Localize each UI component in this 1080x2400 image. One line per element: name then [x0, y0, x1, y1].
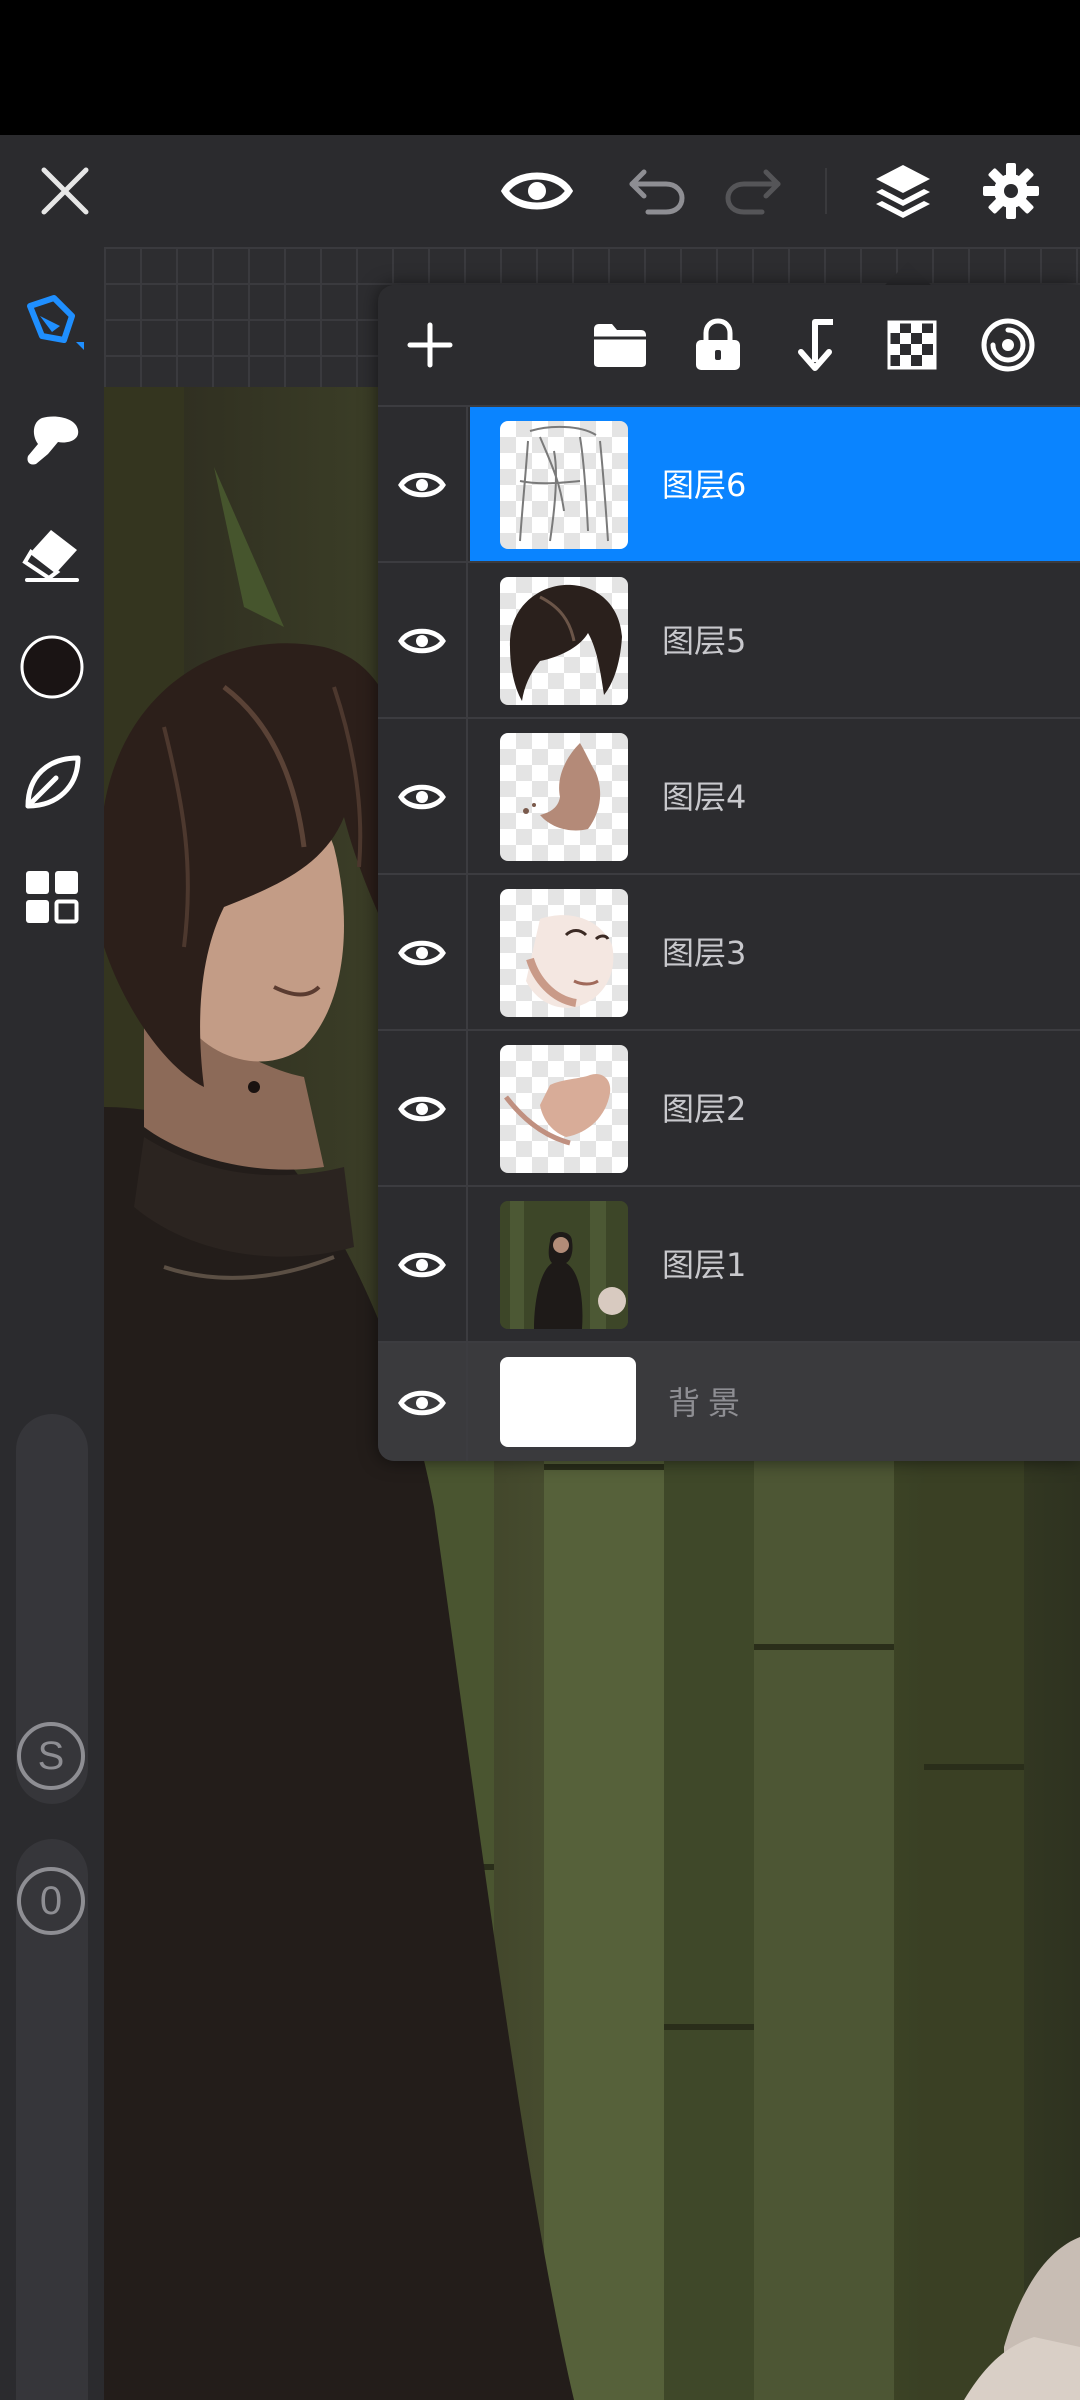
layer-row-background[interactable]: 背景	[378, 1341, 1080, 1461]
left-toolbar: S 0	[0, 247, 104, 2400]
layer-thumbnail	[500, 1045, 628, 1173]
layer-name: 背景	[668, 1384, 749, 1422]
eye-icon	[398, 472, 446, 498]
layer-visibility-toggle[interactable]	[378, 1031, 468, 1187]
smudge-tool-button[interactable]	[0, 390, 104, 490]
smudge-icon	[27, 416, 79, 465]
layer-body[interactable]: 图层1	[470, 1187, 1080, 1343]
grid-icon	[26, 871, 79, 924]
layer-name: 图层4	[662, 778, 747, 816]
eye-icon	[398, 1252, 446, 1278]
layer-thumbnail	[500, 1357, 636, 1447]
layer-body[interactable]: 图层6	[470, 407, 1080, 563]
close-icon	[41, 167, 89, 215]
layer-row-4[interactable]: 图层4	[378, 717, 1080, 875]
pen-icon	[27, 295, 84, 350]
close-button[interactable]	[20, 135, 110, 247]
layer-visibility-toggle[interactable]	[378, 1187, 468, 1343]
status-bar	[0, 0, 1080, 135]
eye-icon	[398, 784, 446, 810]
layer-body[interactable]: 图层4	[470, 719, 1080, 875]
layer-thumbnail	[500, 1201, 628, 1329]
layer-name: 图层5	[662, 622, 747, 660]
preview-button[interactable]	[492, 135, 582, 247]
eye-icon	[501, 172, 573, 210]
gear-icon	[983, 163, 1039, 219]
redo-button[interactable]	[708, 135, 798, 247]
layer-name: 图层3	[662, 934, 747, 972]
eye-icon	[398, 1096, 446, 1122]
app-root: S 0 图层6 图层5 图层4 图层3 图层2 图层1 背景	[0, 0, 1080, 2400]
undo-button[interactable]	[612, 135, 702, 247]
color-picker-button[interactable]	[0, 617, 104, 717]
leaf-tool-button[interactable]	[0, 732, 104, 832]
gallery-tool-button[interactable]	[0, 847, 104, 947]
layer-body[interactable]: 背景	[470, 1343, 1080, 1461]
top-toolbar	[0, 135, 1080, 247]
eye-icon	[398, 628, 446, 654]
eye-icon	[398, 940, 446, 966]
layers-button[interactable]	[858, 135, 948, 247]
layer-visibility-toggle[interactable]	[378, 719, 468, 875]
layer-body[interactable]: 图层2	[470, 1031, 1080, 1187]
layer-thumbnail	[500, 733, 628, 861]
layer-row-1[interactable]: 图层1	[378, 1185, 1080, 1343]
layers-panel: 图层6 图层5 图层4 图层3 图层2 图层1 背景	[378, 285, 1080, 1461]
undo-icon	[629, 169, 685, 215]
layers-panel-caret	[884, 262, 932, 286]
leaf-icon	[25, 755, 81, 809]
layer-name: 图层6	[662, 466, 747, 504]
folder-icon	[594, 324, 646, 367]
layer-body[interactable]: 图层3	[470, 875, 1080, 1031]
layer-visibility-toggle[interactable]	[378, 563, 468, 719]
group-layer-button[interactable]	[580, 305, 660, 385]
layer-name: 图层1	[662, 1246, 747, 1284]
layer-body[interactable]: 图层5	[470, 563, 1080, 719]
opacity-slider[interactable]: 0	[16, 1839, 88, 2400]
layer-row-2[interactable]: 图层2	[378, 1029, 1080, 1187]
layer-row-3[interactable]: 图层3	[378, 873, 1080, 1031]
target-icon	[981, 318, 1035, 372]
add-layer-button[interactable]	[390, 305, 470, 385]
layer-visibility-toggle[interactable]	[378, 1343, 468, 1461]
layers-panel-toolbar	[378, 285, 1080, 405]
lock-icon	[696, 318, 740, 370]
layer-thumbnail	[500, 577, 628, 705]
color-swatch	[20, 635, 84, 699]
brush-tool-button[interactable]	[0, 274, 104, 374]
eraser-tool-button[interactable]	[0, 505, 104, 605]
merge-down-button[interactable]	[774, 305, 854, 385]
alpha-lock-button[interactable]	[872, 305, 952, 385]
settings-button[interactable]	[966, 135, 1056, 247]
reference-layer-button[interactable]	[968, 305, 1048, 385]
plus-icon	[407, 322, 453, 368]
layer-row-5[interactable]: 图层5	[378, 561, 1080, 719]
layers-icon	[876, 165, 930, 218]
layer-visibility-toggle[interactable]	[378, 407, 468, 563]
layer-thumbnail	[500, 889, 628, 1017]
merge-down-icon	[798, 319, 833, 371]
layer-thumbnail	[500, 421, 628, 549]
toolbar-divider	[825, 168, 827, 214]
eraser-icon	[22, 530, 79, 582]
lock-layer-button[interactable]	[678, 305, 758, 385]
opacity-slider-knob[interactable]: 0	[17, 1867, 85, 1935]
size-slider[interactable]: S	[16, 1414, 88, 1804]
layer-visibility-toggle[interactable]	[378, 875, 468, 1031]
checker-icon	[887, 320, 937, 370]
layer-name: 图层2	[662, 1090, 747, 1128]
size-slider-knob[interactable]: S	[17, 1722, 85, 1790]
layer-row-6[interactable]: 图层6	[378, 405, 1080, 563]
redo-icon	[725, 169, 781, 215]
eye-icon	[398, 1390, 446, 1416]
